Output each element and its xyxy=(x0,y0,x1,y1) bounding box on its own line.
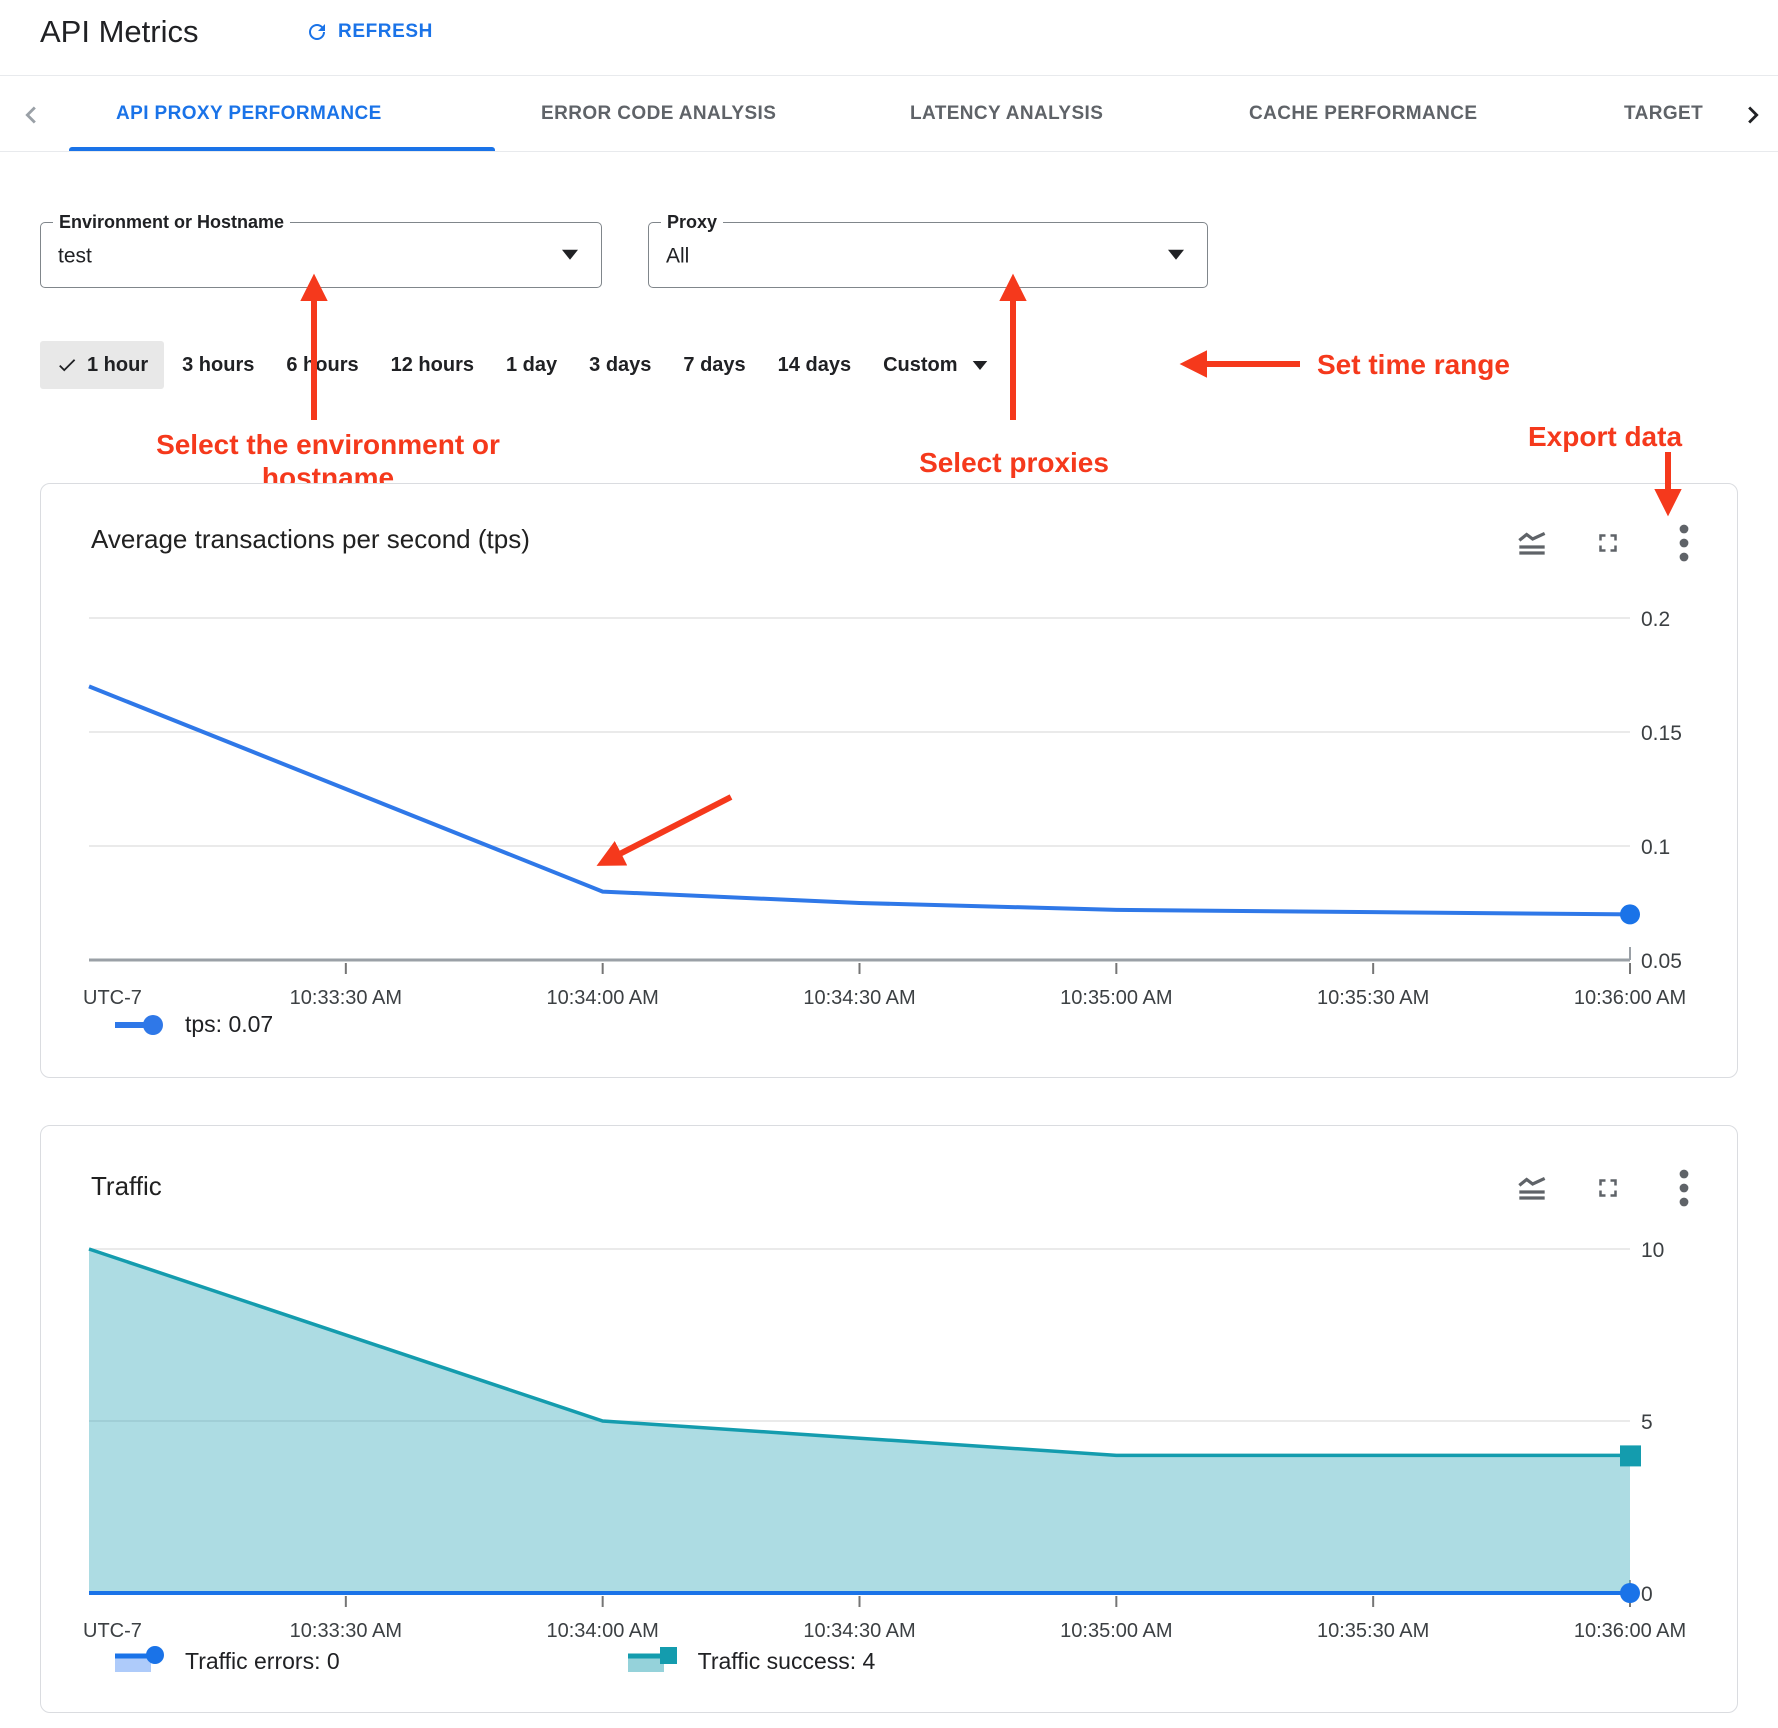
traffic-chart-toolbar xyxy=(1515,1171,1701,1205)
x-axis-label: 10:34:30 AM xyxy=(803,1620,915,1642)
tab-bar: API PROXY PERFORMANCE ERROR CODE ANALYSIS… xyxy=(0,76,1778,152)
x-axis-label: 10:34:00 AM xyxy=(547,1620,659,1642)
x-axis-label: 10:36:00 AM xyxy=(1574,987,1686,1009)
refresh-label: REFRESH xyxy=(338,21,433,43)
proxy-select[interactable]: Proxy All xyxy=(648,222,1208,288)
legend-text: Traffic errors: 0 xyxy=(185,1648,340,1675)
traffic-chart-legend: Traffic errors: 0 Traffic success: 4 xyxy=(113,1646,875,1676)
proxy-select-value: All xyxy=(666,244,689,268)
proxy-select-label: Proxy xyxy=(661,212,723,233)
traffic-chart-title: Traffic xyxy=(91,1171,162,1202)
x-axis-label: 10:34:00 AM xyxy=(547,987,659,1009)
environment-select-label: Environment or Hostname xyxy=(53,212,290,233)
tab-latency-analysis[interactable]: LATENCY ANALYSIS xyxy=(910,76,1103,152)
time-range-selected-label: 1 hour xyxy=(87,354,148,377)
x-axis-label: 10:35:30 AM xyxy=(1317,987,1429,1009)
tab-target[interactable]: TARGET xyxy=(1624,76,1730,152)
more-options-kebab-icon[interactable] xyxy=(1667,1171,1701,1205)
y-axis-label: 0.05 xyxy=(1641,950,1682,973)
time-range-12-hours[interactable]: 12 hours xyxy=(377,341,488,389)
tab-api-proxy-performance[interactable]: API PROXY PERFORMANCE xyxy=(116,76,382,152)
y-axis-label: 0.15 xyxy=(1641,722,1682,745)
x-axis-label: 10:35:30 AM xyxy=(1317,1620,1429,1642)
time-range-3-hours[interactable]: 3 hours xyxy=(168,341,268,389)
more-options-kebab-icon[interactable] xyxy=(1667,526,1701,560)
legend-area-dot-swatch xyxy=(113,1646,169,1676)
tabs-scroll-right-icon[interactable] xyxy=(1736,98,1770,132)
end-marker-circle xyxy=(1620,1583,1640,1603)
tps-chart-title: Average transactions per second (tps) xyxy=(91,524,530,555)
check-icon xyxy=(56,354,78,376)
tabbar-divider xyxy=(0,151,1778,152)
x-axis-label: 10:33:30 AM xyxy=(290,1620,402,1642)
dropdown-caret-icon xyxy=(1165,248,1187,267)
tps-line-chart[interactable]: 0.2 0.15 0.1 0.05 10:33:30 AM 10:34:00 AM 10:3… xyxy=(41,574,1739,1014)
end-marker-square xyxy=(1620,1445,1641,1466)
legend-item: tps: 0.07 xyxy=(113,1011,273,1038)
page-title: API Metrics xyxy=(40,14,198,50)
legend-item: Traffic success: 4 xyxy=(626,1646,876,1676)
api-metrics-page: API Metrics REFRESH API PROXY PERFORMANC… xyxy=(0,0,1778,1728)
tps-chart-card: Average transactions per second (tps) 0.… xyxy=(40,483,1738,1078)
time-range-bar: 1 hour 3 hours6 hours12 hours1 day3 days… xyxy=(40,341,1004,389)
environment-select-value: test xyxy=(58,244,92,268)
refresh-icon xyxy=(305,20,329,44)
tab-error-code-analysis[interactable]: ERROR CODE ANALYSIS xyxy=(541,76,776,152)
legend-area-square-swatch xyxy=(626,1646,682,1676)
x-axis-label: 10:34:30 AM xyxy=(803,987,915,1009)
x-axis-label: 10:35:00 AM xyxy=(1060,987,1172,1009)
y-axis-label: 0.1 xyxy=(1641,836,1670,859)
x-axis-label: 10:33:30 AM xyxy=(290,987,402,1009)
tps-chart-toolbar xyxy=(1515,526,1701,560)
traffic-chart-card: Traffic 10 5 0 10:33:30 AM 10:34:00 AM 10:34:… xyxy=(40,1125,1738,1713)
y-axis-label: 0 xyxy=(1641,1583,1653,1606)
time-range-7-days[interactable]: 7 days xyxy=(669,341,759,389)
dropdown-caret-icon xyxy=(970,359,990,372)
annotation-select-proxies: Select proxies xyxy=(883,446,1145,479)
time-range-14-days[interactable]: 14 days xyxy=(764,341,865,389)
tabs-scroll-left-icon[interactable] xyxy=(14,98,48,132)
x-axis-label: 10:36:00 AM xyxy=(1574,1620,1686,1642)
environment-select[interactable]: Environment or Hostname test xyxy=(40,222,602,288)
time-range-6-hours[interactable]: 6 hours xyxy=(272,341,372,389)
tab-cache-performance[interactable]: CACHE PERFORMANCE xyxy=(1249,76,1477,152)
dropdown-caret-icon xyxy=(559,248,581,267)
legend-text: Traffic success: 4 xyxy=(698,1648,876,1675)
legend-item: Traffic errors: 0 xyxy=(113,1646,340,1676)
time-range-1-day[interactable]: 1 day xyxy=(492,341,571,389)
time-range-selected-chip[interactable]: 1 hour xyxy=(40,341,164,389)
chart-type-icon[interactable] xyxy=(1515,1171,1549,1205)
y-axis-label: 0.2 xyxy=(1641,608,1670,631)
tps-chart-legend: tps: 0.07 xyxy=(113,1011,273,1038)
legend-line-dot-swatch xyxy=(113,1012,169,1038)
annotation-set-time-range: Set time range xyxy=(1317,348,1510,381)
time-range-3-days[interactable]: 3 days xyxy=(575,341,665,389)
annotation-export-data: Export data xyxy=(1528,420,1682,453)
time-range-custom-button[interactable]: Custom xyxy=(869,341,1003,389)
custom-label: Custom xyxy=(883,354,957,377)
fullscreen-icon[interactable] xyxy=(1591,1171,1625,1205)
y-axis-label: 10 xyxy=(1641,1239,1664,1262)
chart-type-icon[interactable] xyxy=(1515,526,1549,560)
x-axis-timezone-label: UTC-7 xyxy=(83,987,142,1009)
traffic-area-chart[interactable]: 10 5 0 10:33:30 AM 10:34:00 AM 10:34:30 AM 10:… xyxy=(41,1211,1739,1661)
fullscreen-icon[interactable] xyxy=(1591,526,1625,560)
legend-text: tps: 0.07 xyxy=(185,1011,273,1038)
y-axis-label: 5 xyxy=(1641,1411,1653,1434)
x-axis-label: 10:35:00 AM xyxy=(1060,1620,1172,1642)
end-marker-circle xyxy=(1620,904,1640,924)
refresh-button[interactable]: REFRESH xyxy=(305,20,433,44)
x-axis-timezone-label: UTC-7 xyxy=(83,1620,142,1642)
series-line xyxy=(89,686,1630,914)
